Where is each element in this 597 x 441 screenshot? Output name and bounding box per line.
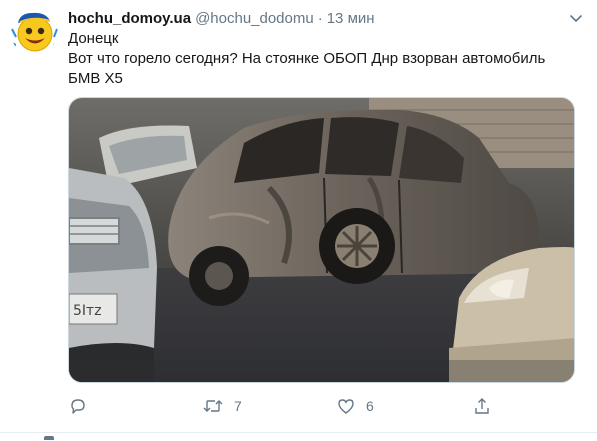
- burned-car-photo: 5Iтz: [69, 98, 574, 382]
- retweet-button[interactable]: 7: [202, 393, 242, 419]
- tweet-text-line: Вот что горело сегодня? На стоянке ОБОП …: [68, 50, 546, 67]
- reply-icon: [71, 399, 85, 414]
- tweet-text: Донецк Вот что горело сегодня? На стоянк…: [68, 29, 568, 89]
- tweet-text-line: Донецк: [68, 30, 119, 47]
- avatar[interactable]: [10, 7, 58, 55]
- timestamp[interactable]: 13 мин: [327, 10, 375, 27]
- like-count: 6: [366, 398, 374, 414]
- tweet[interactable]: hochu_domoy.ua @hochu_dodomu · 13 мин Донец…: [0, 0, 597, 440]
- tweet-actions: 7 6: [68, 393, 498, 419]
- heart-icon: [338, 399, 354, 414]
- separator-dot: ·: [317, 10, 323, 27]
- emoji-face-icon: [11, 12, 58, 52]
- tweet-photo[interactable]: 5Iтz: [68, 97, 575, 383]
- svg-text:5Iтz: 5Iтz: [73, 303, 102, 319]
- retweet-count: 7: [234, 398, 242, 414]
- chevron-down-icon: [570, 15, 582, 22]
- tweet-header: hochu_domoy.ua @hochu_dodomu · 13 мин: [68, 8, 567, 30]
- share-icon: [475, 398, 489, 414]
- next-tweet-edge: [44, 436, 54, 440]
- display-name[interactable]: hochu_domoy.ua: [68, 10, 191, 27]
- tweet-text-line: БМВ Х5: [68, 70, 123, 87]
- tweet-options-button[interactable]: [567, 9, 585, 27]
- retweet-icon: [203, 400, 223, 412]
- share-button[interactable]: [472, 393, 502, 419]
- user-handle[interactable]: @hochu_dodomu: [195, 10, 314, 27]
- like-button[interactable]: 6: [336, 393, 374, 419]
- reply-button[interactable]: [68, 393, 98, 419]
